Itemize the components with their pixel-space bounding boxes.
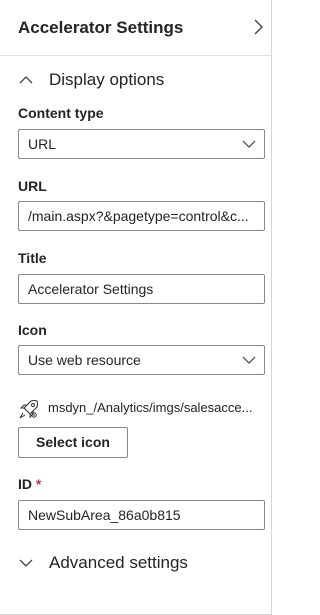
- display-options-toggle[interactable]: Display options: [0, 65, 272, 95]
- icon-label: Icon: [18, 322, 47, 338]
- panel-title: Accelerator Settings: [18, 18, 184, 37]
- chevron-right-icon[interactable]: [250, 17, 266, 37]
- content-type-dropdown[interactable]: URL: [18, 129, 265, 159]
- display-options-label: Display options: [49, 70, 165, 89]
- id-value: NewSubArea_86a0b815: [28, 507, 181, 523]
- url-value: /main.aspx?&pagetype=control&c...: [28, 208, 249, 224]
- chevron-down-icon: [242, 356, 256, 364]
- title-label: Title: [18, 250, 47, 266]
- icon-value: Use web resource: [28, 352, 141, 368]
- chevron-up-icon: [19, 76, 33, 84]
- id-input[interactable]: NewSubArea_86a0b815: [18, 500, 265, 530]
- advanced-settings-toggle[interactable]: Advanced settings: [0, 548, 272, 578]
- accelerator-settings-panel: Accelerator Settings Display options Con…: [0, 0, 272, 615]
- advanced-settings-label: Advanced settings: [49, 553, 188, 572]
- web-resource-path: msdyn_/Analytics/imgs/salesacce...: [48, 400, 253, 415]
- select-icon-button[interactable]: Select icon: [18, 427, 128, 458]
- rocket-settings-icon: [19, 400, 38, 419]
- url-input[interactable]: /main.aspx?&pagetype=control&c...: [18, 201, 265, 231]
- required-indicator: *: [35, 476, 42, 492]
- content-type-value: URL: [28, 136, 57, 152]
- icon-dropdown[interactable]: Use web resource: [18, 345, 265, 375]
- web-resource-row: msdyn_/Analytics/imgs/salesacce...: [18, 398, 268, 420]
- chevron-down-icon: [242, 140, 256, 148]
- content-type-label: Content type: [18, 105, 104, 121]
- title-value: Accelerator Settings: [28, 281, 154, 297]
- id-label-text: ID: [18, 476, 32, 492]
- url-label: URL: [18, 178, 47, 194]
- chevron-down-icon: [19, 559, 33, 567]
- id-label: ID *: [18, 476, 41, 492]
- title-input[interactable]: Accelerator Settings: [18, 274, 265, 304]
- panel-header: Accelerator Settings: [0, 0, 272, 56]
